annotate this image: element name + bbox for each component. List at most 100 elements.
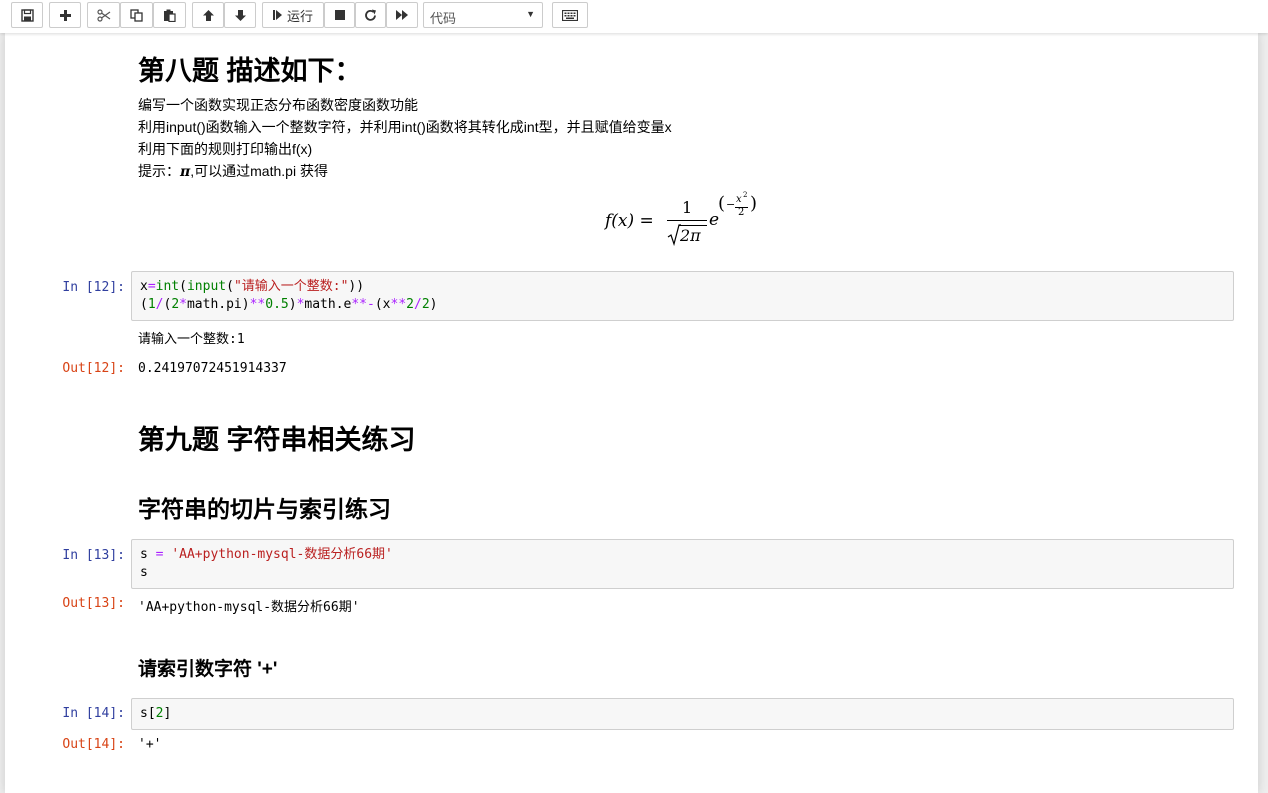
- run-button[interactable]: 运行: [262, 2, 324, 28]
- arrow-down-icon: [234, 9, 246, 21]
- formula-exponent-sign: −: [726, 198, 736, 211]
- fraction-bar: [667, 220, 707, 221]
- interrupt-button[interactable]: [324, 2, 355, 28]
- restart-run-all-button[interactable]: [386, 2, 418, 28]
- code-token: [: [147, 706, 156, 721]
- out-prompt-13: Out[13]:: [62, 596, 125, 611]
- pi-symbol: π: [180, 164, 191, 180]
- code-cell-13[interactable]: s = 'AA+python-mysql-数据分析66期' s: [131, 539, 1234, 589]
- code-token: ]: [163, 706, 172, 721]
- copy-button[interactable]: [120, 2, 153, 28]
- q8-line-4: 提示：π,可以通过math.pi 获得: [138, 160, 328, 183]
- code-token: s: [140, 706, 148, 721]
- stop-icon: [334, 10, 345, 20]
- hint-text: ,可以通过math.pi 获得: [190, 163, 328, 179]
- formula-lhs: f(x) =: [605, 211, 654, 231]
- right-paren: ): [750, 193, 758, 214]
- code-token: input: [186, 279, 227, 294]
- code-token: *: [179, 297, 187, 312]
- notebook-toolbar: 运行 代码 ▼: [0, 0, 1268, 33]
- out-prompt-14: Out[14]:: [62, 737, 125, 752]
- code-token: (: [140, 297, 148, 312]
- code-cell-14[interactable]: s[2]: [131, 698, 1234, 730]
- formula-denominator: 2π: [680, 226, 701, 245]
- formula-exp-sup: 2: [743, 191, 748, 199]
- normal-pdf-formula: f(x) = 1 2π e ( − x 2 2 ): [605, 191, 775, 253]
- code-token: 0.5: [265, 297, 289, 312]
- code-token: "请输入一个整数:": [233, 279, 349, 294]
- q8-line-1: 编写一个函数实现正态分布函数密度函数功能: [138, 97, 418, 113]
- keyboard-icon: [562, 9, 578, 21]
- sqrt-icon: [667, 224, 681, 246]
- run-label: 运行: [286, 8, 313, 24]
- code-token: 1: [147, 297, 156, 312]
- output-14: '+': [138, 737, 162, 752]
- code-line: s: [140, 565, 148, 580]
- code-token: **: [249, 297, 266, 312]
- arrow-up-icon: [202, 9, 214, 21]
- notebook-page: 第八题 描述如下： 编写一个函数实现正态分布函数密度函数功能 利用input()…: [5, 33, 1258, 793]
- code-token: math.pi): [186, 297, 250, 312]
- step-forward-icon: [272, 10, 282, 20]
- code-token: **: [351, 297, 368, 312]
- hint-label: 提示：: [138, 163, 180, 179]
- in-prompt-13: In [13]:: [62, 548, 125, 563]
- code-token: ): [288, 297, 297, 312]
- code-token: =: [147, 279, 156, 294]
- stdout-12: 请输入一个整数:1: [138, 332, 245, 347]
- code-token: -: [367, 297, 375, 312]
- output-13: 'AA+python-mysql-数据分析66期': [138, 600, 360, 615]
- code-token: x: [140, 279, 148, 294]
- command-palette-button[interactable]: [552, 2, 588, 28]
- fast-forward-icon: [396, 10, 408, 20]
- formula-numerator: 1: [682, 198, 693, 217]
- save-icon: [20, 8, 34, 22]
- paste-icon: [164, 9, 176, 22]
- code-token: **: [390, 297, 407, 312]
- move-down-button[interactable]: [224, 2, 256, 28]
- move-up-button[interactable]: [192, 2, 224, 28]
- slicing-heading: 字符串的切片与索引练习: [138, 496, 391, 522]
- code-token: 2: [421, 297, 430, 312]
- in-prompt-12: In [12]:: [62, 280, 125, 295]
- code-token: 2: [171, 297, 180, 312]
- formula-exp-den: 2: [738, 207, 745, 218]
- paste-button[interactable]: [153, 2, 186, 28]
- q8-line-2: 利用input()函数输入一个整数字符，并利用int()函数将其转化成int型，…: [138, 119, 672, 135]
- q9-heading: 第九题 字符串相关练习: [138, 425, 416, 455]
- code-token: ): [429, 297, 438, 312]
- cut-button[interactable]: [87, 2, 120, 28]
- caret-down-icon: ▼: [526, 9, 535, 19]
- index-heading: 请索引数字符 '+': [138, 659, 278, 680]
- code-token: )): [348, 279, 365, 294]
- save-button[interactable]: [11, 2, 43, 28]
- code-token: (: [226, 279, 234, 294]
- restart-button[interactable]: [355, 2, 386, 28]
- code-token: 2: [406, 297, 414, 312]
- code-line: x=int(input("请输入一个整数:")): [140, 278, 1225, 296]
- code-token: (: [179, 279, 187, 294]
- code-line: (1/(2*math.pi)**0.5)*math.e**-(x**2/2): [140, 296, 1225, 314]
- code-token: int: [155, 279, 180, 294]
- code-line: s = 'AA+python-mysql-数据分析66期': [140, 546, 1225, 564]
- copy-icon: [130, 8, 143, 22]
- code-token: 'AA+python-mysql-数据分析66期': [171, 547, 393, 562]
- out-prompt-12: Out[12]:: [62, 361, 125, 376]
- cell-type-select[interactable]: 代码 ▼: [423, 2, 543, 28]
- q8-line-3: 利用下面的规则打印输出f(x): [138, 141, 313, 157]
- code-token: /: [413, 297, 422, 312]
- code-token: math.e: [304, 297, 352, 312]
- scissors-icon: [96, 8, 110, 22]
- code-token: (x: [374, 297, 391, 312]
- refresh-icon: [365, 9, 376, 21]
- left-paren: (: [718, 193, 726, 214]
- insert-cell-button[interactable]: [49, 2, 81, 28]
- cell-type-value: 代码: [430, 11, 457, 26]
- formula-exp-num: x: [736, 194, 742, 205]
- output-12: 0.24197072451914337: [138, 361, 287, 376]
- plus-icon: [59, 9, 71, 21]
- code-cell-12[interactable]: x=int(input("请输入一个整数:")) (1/(2*math.pi)**…: [131, 271, 1234, 321]
- code-token: s: [140, 547, 156, 562]
- in-prompt-14: In [14]:: [62, 706, 125, 721]
- code-line: s[2]: [140, 705, 1225, 723]
